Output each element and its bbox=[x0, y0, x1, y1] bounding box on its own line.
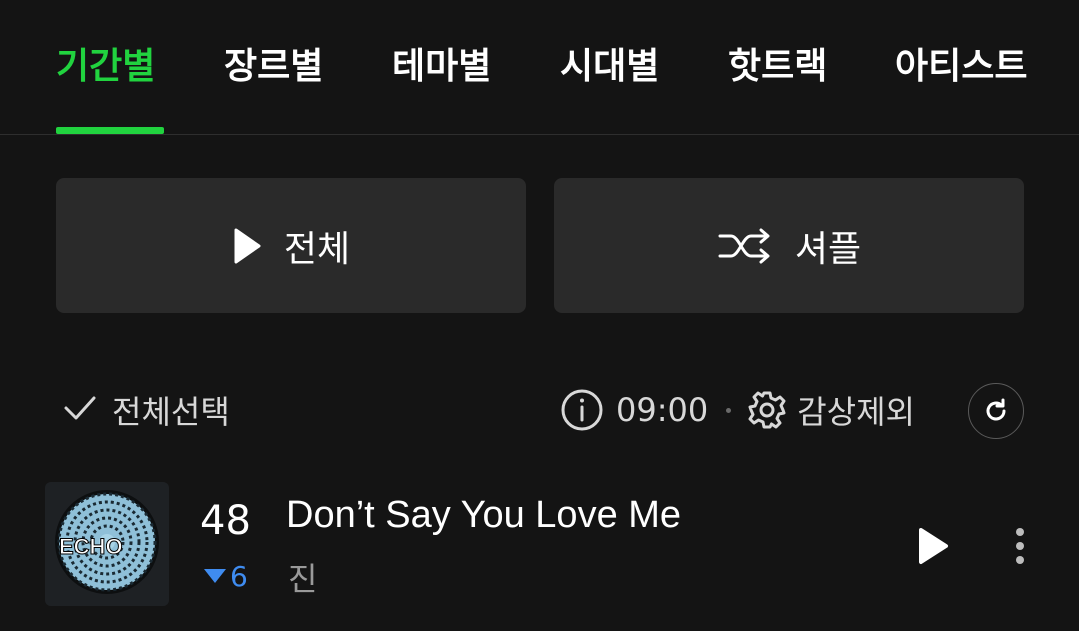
refresh-button[interactable] bbox=[968, 383, 1024, 439]
track-play-button[interactable] bbox=[905, 518, 961, 574]
chart-screen: 기간별 장르별 테마별 시대별 핫트랙 아티스트 전체 셔플 전체선택 09:0… bbox=[0, 0, 1079, 631]
album-art[interactable]: ECHO bbox=[45, 482, 169, 606]
play-icon bbox=[916, 526, 950, 566]
track-title: Don’t Say You Love Me bbox=[286, 494, 682, 536]
chart-category-tabs: 기간별 장르별 테마별 시대별 핫트랙 아티스트 bbox=[0, 0, 1079, 135]
play-all-label: 전체 bbox=[283, 228, 351, 270]
gear-icon bbox=[747, 390, 787, 430]
tab-hot-track[interactable]: 핫트랙 bbox=[728, 40, 827, 94]
svg-text:ECHO: ECHO bbox=[59, 534, 123, 559]
separator-dot bbox=[726, 407, 732, 413]
tab-theme[interactable]: 테마별 bbox=[392, 40, 491, 94]
shuffle-button[interactable]: 셔플 bbox=[554, 178, 1024, 313]
track-artist[interactable]: 진 bbox=[288, 554, 317, 600]
select-all-toggle[interactable]: 전체선택 bbox=[62, 380, 230, 440]
more-vertical-icon[interactable] bbox=[1000, 518, 1040, 574]
chart-info-group: 09:00 감상제외 bbox=[560, 380, 915, 440]
select-all-label: 전체선택 bbox=[112, 393, 230, 431]
track-rank: 48 bbox=[200, 498, 251, 544]
rank-change-value: 6 bbox=[230, 559, 248, 593]
refresh-icon bbox=[982, 397, 1010, 425]
rank-down-icon bbox=[204, 569, 226, 583]
play-icon bbox=[232, 227, 262, 265]
shuffle-label: 셔플 bbox=[794, 228, 862, 270]
tab-period[interactable]: 기간별 bbox=[56, 40, 155, 94]
check-icon bbox=[62, 390, 98, 430]
list-controls: 전체선택 09:00 감상제외 bbox=[0, 380, 1079, 440]
active-tab-indicator bbox=[56, 127, 164, 134]
info-icon[interactable] bbox=[560, 388, 604, 432]
tab-era[interactable]: 시대별 bbox=[560, 40, 659, 94]
list-item[interactable]: ECHO 48 6 Don’t Say You Love Me 진 bbox=[0, 478, 1079, 610]
exclude-listening-button[interactable]: 감상제외 bbox=[747, 387, 915, 433]
exclude-listening-label: 감상제외 bbox=[797, 393, 915, 431]
rank-change: 6 bbox=[204, 559, 248, 593]
tab-genre[interactable]: 장르별 bbox=[224, 40, 323, 94]
play-all-button[interactable]: 전체 bbox=[56, 178, 526, 313]
tab-artist[interactable]: 아티스트 bbox=[895, 40, 1027, 94]
shuffle-icon bbox=[717, 226, 773, 266]
chart-update-time: 09:00 bbox=[616, 391, 709, 429]
